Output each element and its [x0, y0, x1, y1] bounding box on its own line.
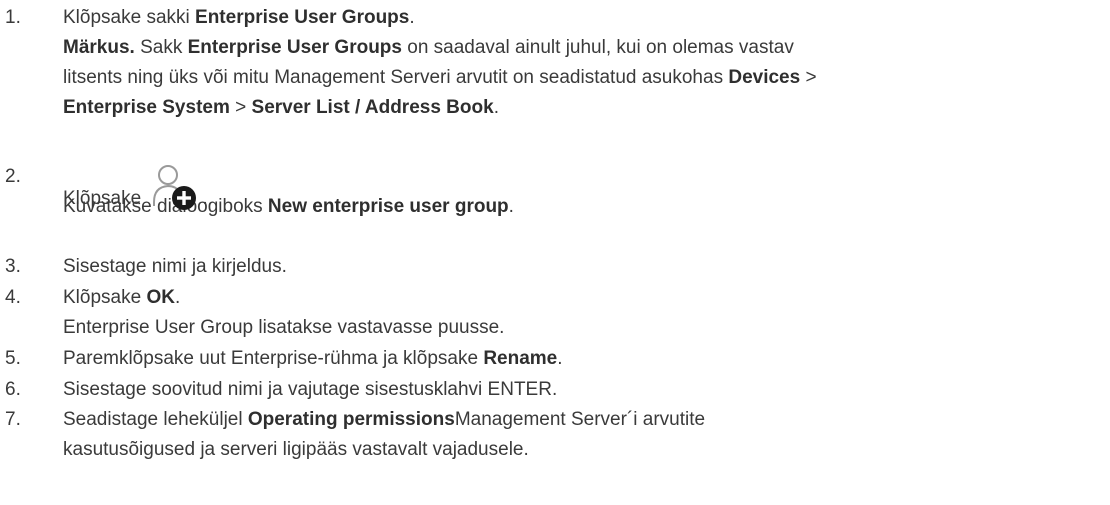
step-result: Enterprise User Group lisatakse vastavas… [63, 317, 505, 338]
step-text: Sisestage nimi ja kirjeldus. [63, 256, 287, 277]
step-line: Paremklõpsake uut Enterprise-rühma ja kl… [63, 348, 563, 369]
step-result: Kuvatakse dialoogiboks New enterprise us… [63, 196, 514, 217]
note-line: Märkus. Sakk Enterprise User Groups on s… [63, 37, 794, 58]
step-number: 4. [5, 287, 21, 308]
note-line: litsents ning üks või mitu Management Se… [63, 67, 817, 88]
step-line: Klõpsake . [63, 162, 1103, 210]
ui-term: Enterprise User Groups [187, 37, 402, 58]
note-line: Enterprise System > Server List / Addres… [63, 97, 499, 118]
note-label: Märkus. [63, 37, 135, 58]
ui-term: Rename [483, 348, 558, 369]
ui-term: OK [146, 287, 175, 308]
step-number: 7. [5, 409, 21, 430]
ui-term: Operating permissions [247, 409, 455, 430]
step-text: Klõpsake sakki Enterprise User Groups. M… [63, 3, 1103, 123]
step-number: 1. [5, 7, 21, 28]
step-text: Seadistage leheküljel Operating permissi… [63, 405, 1103, 465]
ui-term: Devices [728, 67, 801, 88]
ui-term: New enterprise user group [267, 196, 509, 217]
step-text: Klõpsake OK. Enterprise User Group lisat… [63, 283, 1103, 343]
step-text: Klõpsake . Kuvatakse dialoogiboks New en… [63, 162, 1103, 222]
step-number: 5. [5, 348, 21, 369]
step-line: kasutusõigused ja serveri ligipääs vasta… [63, 439, 529, 460]
step-number: 3. [5, 256, 21, 277]
step-text: Paremklõpsake uut Enterprise-rühma ja kl… [63, 344, 1103, 374]
step-line: Klõpsake sakki Enterprise User Groups. [63, 7, 415, 28]
ui-term: Server List / Address Book [251, 97, 494, 118]
ui-term: Enterprise User Groups [195, 7, 410, 28]
step-text: Sisestage soovitud nimi ja vajutage sise… [63, 379, 558, 400]
instruction-list: 1. Klõpsake sakki Enterprise User Groups… [0, 0, 1110, 505]
step-line: Klõpsake OK. [63, 287, 181, 308]
add-user-icon [150, 162, 202, 214]
step-number: 6. [5, 379, 21, 400]
ui-term: Enterprise System [63, 97, 230, 118]
step-line: Seadistage leheküljel Operating permissi… [63, 409, 706, 430]
step-number: 2. [5, 166, 21, 187]
